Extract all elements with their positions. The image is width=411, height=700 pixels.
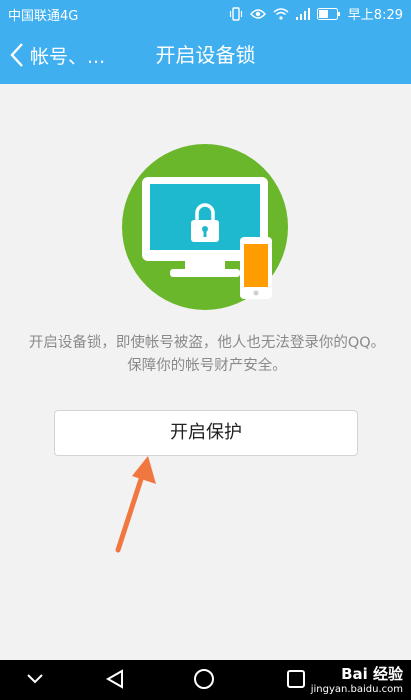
description-text: 开启设备锁，即使帐号被盗，他人也无法登录你的QQ。保障你的帐号财产安全。	[28, 335, 386, 374]
wifi-icon	[273, 7, 289, 20]
eye-icon	[249, 8, 266, 20]
device-lock-illustration	[122, 144, 288, 310]
chevron-left-icon	[10, 43, 23, 67]
navigation-bar: Bai 经验 jingyan.baidu.com	[0, 660, 411, 700]
status-icons: 早上8:29	[229, 4, 403, 23]
carrier-label: 中国联通4G	[8, 9, 79, 24]
vibrate-icon	[229, 6, 243, 21]
clock-label: 早上8:29	[347, 8, 403, 23]
baidu-jingyan-watermark: Bai 经验 jingyan.baidu.com	[311, 663, 403, 695]
home-circle-icon[interactable]	[193, 668, 215, 690]
back-button[interactable]: 帐号、...	[0, 26, 120, 84]
battery-icon	[316, 7, 341, 20]
signal-icon	[295, 7, 310, 20]
recents-square-icon[interactable]	[286, 669, 306, 689]
hide-keyboard-icon[interactable]	[26, 673, 44, 685]
status-bar: 中国联通4G 早上8:29	[0, 0, 411, 26]
watermark-url: jingyan.baidu.com	[310, 684, 403, 695]
title-bar: 开启设备锁 帐号、...	[0, 26, 411, 84]
arrow-annotation	[115, 456, 156, 553]
watermark-brand: Bai 经验	[341, 665, 403, 683]
main-content: 开启设备锁，即使帐号被盗，他人也无法登录你的QQ。保障你的帐号财产安全。 开启保…	[0, 84, 411, 660]
enable-protection-button[interactable]: 开启保护	[54, 410, 358, 456]
back-triangle-icon[interactable]	[104, 668, 126, 690]
back-label: 帐号、...	[30, 45, 106, 68]
